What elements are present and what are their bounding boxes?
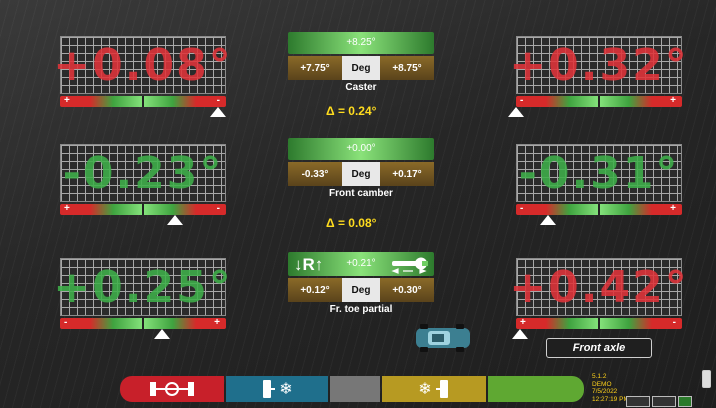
right-caster-panel: +0.32° - + <box>508 36 689 118</box>
status-icon[interactable] <box>678 396 692 407</box>
bar-minus-label: - <box>216 95 220 106</box>
caster-spec: +8.25° +7.75° Deg +8.75° Caster <box>288 32 434 93</box>
version-number: 5.1.2 <box>592 373 607 380</box>
left-camber-pointer <box>167 215 183 225</box>
left-toe-bar: - + <box>60 317 226 329</box>
right-caster-value: +0.32° <box>509 39 689 91</box>
left-camber-value: -0.23° <box>62 147 224 199</box>
toe-target: +0.21° <box>346 258 376 269</box>
right-camber-pointer <box>540 215 556 225</box>
right-camber-panel: -0.31° - + <box>516 144 682 226</box>
printer-icon[interactable] <box>652 396 676 407</box>
front-axle-button[interactable]: Front axle <box>546 338 652 358</box>
caster-target: +8.25° <box>288 32 434 54</box>
caster-label: Caster <box>345 82 377 93</box>
bar-minus-label: - <box>216 203 220 214</box>
left-camber-panel: -0.23° + - <box>60 144 226 226</box>
left-caster-value: +0.08° <box>53 39 233 91</box>
bar-plus-label: + <box>64 95 70 106</box>
wrench-icon[interactable] <box>390 254 428 274</box>
right-caster-bar: - + <box>516 95 682 107</box>
date-label: 7/5/2022 <box>592 388 618 395</box>
left-camber-bar: + - <box>60 203 226 215</box>
toe-target-row: ↓R↑ +0.21° <box>288 252 434 276</box>
keyboard-icon[interactable] <box>626 396 650 407</box>
snowflake-icon: ❄ <box>418 381 432 398</box>
bar-center-tick <box>142 318 144 329</box>
toe-max: +0.30° <box>380 278 434 302</box>
toe-unit: Deg <box>342 278 380 302</box>
camber-spec: +0.00° -0.33° Deg +0.17° Front camber <box>288 138 434 199</box>
toolbar-next-button[interactable] <box>488 376 584 402</box>
bar-minus-label: - <box>520 203 524 214</box>
battery-icon <box>702 370 711 388</box>
alignment-screen: +0.08° + - +0.32° - + -0.23° + - -0.31° <box>0 0 716 408</box>
camber-target: +0.00° <box>288 138 434 160</box>
bar-minus-label: - <box>520 95 524 106</box>
toolbar-rear-freeze-button[interactable]: ❄ <box>226 376 328 402</box>
caster-min: +7.75° <box>288 56 342 80</box>
camber-range: -0.33° Deg +0.17° <box>288 162 434 186</box>
toe-label: Fr. toe partial <box>329 304 393 315</box>
rear-freeze-icon: ❄ <box>261 379 293 399</box>
bar-plus-label: + <box>670 203 676 214</box>
bar-minus-label: - <box>64 317 68 328</box>
mode-label: DEMO <box>592 380 612 388</box>
bar-plus-label: + <box>520 317 526 328</box>
toolbar-front-freeze-button[interactable]: ❄ <box>382 376 486 402</box>
right-toe-value: +0.42° <box>509 261 689 313</box>
bar-center-tick <box>598 204 600 215</box>
camber-max: +0.17° <box>380 162 434 186</box>
right-toe-bar: + - <box>516 317 682 329</box>
left-toe-panel: +0.25° - + <box>53 258 233 340</box>
snowflake-icon: ❄ <box>279 381 293 398</box>
left-toe-value: +0.25° <box>53 261 233 313</box>
toe-spec: ↓R↑ +0.21° +0.12° Deg +0.30° Fr. toe par… <box>288 252 434 315</box>
bar-plus-label: + <box>670 95 676 106</box>
wheel-icon <box>263 380 276 398</box>
caster-max: +8.75° <box>380 56 434 80</box>
bar-center-tick <box>142 204 144 215</box>
camber-label: Front camber <box>329 188 393 199</box>
version-info: 5.1.2 DEMO 7/5/2022 12:27:19 PM <box>592 373 629 403</box>
caster-range: +7.75° Deg +8.75° <box>288 56 434 80</box>
right-toe-pointer <box>512 329 528 339</box>
right-caster-pointer <box>508 107 524 117</box>
time-label: 12:27:19 PM <box>592 395 629 403</box>
left-caster-bar: + - <box>60 95 226 107</box>
left-caster-pointer <box>210 107 226 117</box>
caster-delta: Δ = 0.24° <box>326 104 377 118</box>
toe-range: +0.12° Deg +0.30° <box>288 278 434 302</box>
bar-plus-label: + <box>64 203 70 214</box>
left-toe-pointer <box>154 329 170 339</box>
bar-center-tick <box>598 318 600 329</box>
left-caster-panel: +0.08° + - <box>53 36 233 118</box>
right-toe-panel: +0.42° + - <box>509 258 689 340</box>
toe-min: +0.12° <box>288 278 342 302</box>
toolbar-blank-button[interactable] <box>330 376 380 402</box>
camber-delta: Δ = 0.08° <box>326 216 377 230</box>
right-camber-bar: - + <box>516 203 682 215</box>
bar-center-tick <box>142 96 144 107</box>
toe-direction-icon: ↓R↑ <box>294 255 324 274</box>
bar-center-tick <box>598 96 600 107</box>
camber-unit: Deg <box>342 162 380 186</box>
axle-steering-icon <box>150 382 194 396</box>
front-freeze-icon: ❄ <box>418 379 449 399</box>
bar-minus-label: - <box>672 317 676 328</box>
bar-plus-label: + <box>214 317 220 328</box>
toolbar-axle-steering-button[interactable] <box>120 376 224 402</box>
caster-unit: Deg <box>342 56 380 80</box>
wheel-icon <box>435 380 448 398</box>
car-icon <box>416 324 470 352</box>
camber-min: -0.33° <box>288 162 342 186</box>
right-camber-value: -0.31° <box>518 147 680 199</box>
